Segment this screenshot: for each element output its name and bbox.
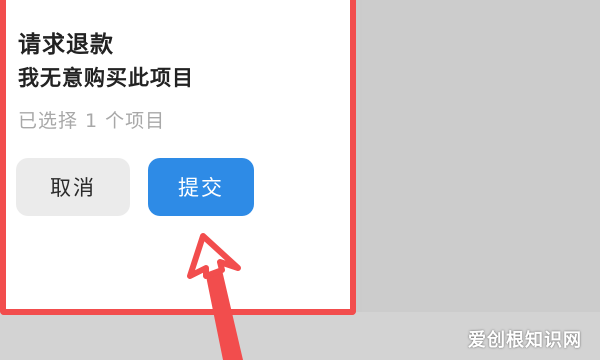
watermark-text: 爱创根知识网 (468, 330, 582, 351)
submit-button[interactable]: 提交 (148, 158, 254, 216)
refund-reason: 我无意购买此项目 (18, 66, 194, 90)
screen: 请求退款 我无意购买此项目 已选择 1 个项目 取消 提交 爱创根知识网 (0, 0, 600, 360)
background-panel (362, 0, 600, 360)
dialog-title: 请求退款 (18, 32, 114, 58)
cancel-button[interactable]: 取消 (16, 158, 130, 216)
selected-count: 已选择 1 个项目 (18, 110, 166, 132)
refund-dialog: 请求退款 我无意购买此项目 已选择 1 个项目 取消 提交 (0, 0, 356, 315)
